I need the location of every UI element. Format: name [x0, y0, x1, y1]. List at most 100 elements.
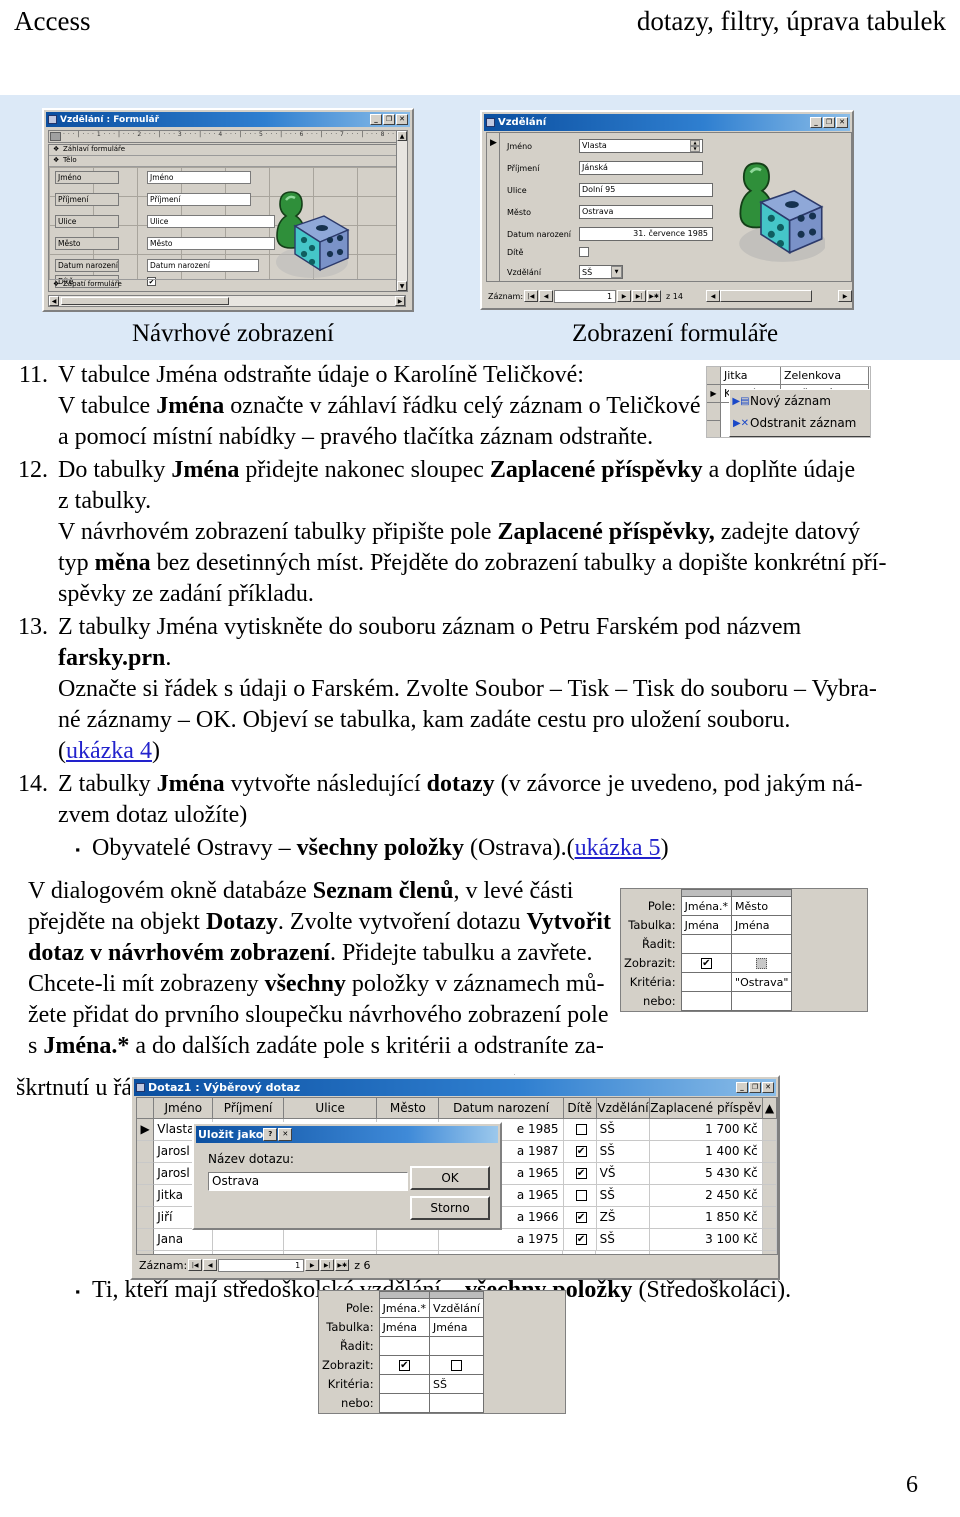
- column-header-datum[interactable]: Datum narození: [439, 1098, 564, 1119]
- qbe-cell-nebo-1[interactable]: [378, 1393, 431, 1413]
- cell-dite[interactable]: ✔: [563, 1163, 597, 1185]
- cell-dite[interactable]: [563, 1119, 597, 1141]
- record-selector-bar[interactable]: ▶: [487, 133, 500, 281]
- cell-dite[interactable]: [563, 1185, 597, 1207]
- previous-record-button[interactable]: ◀: [203, 1259, 218, 1271]
- cell-jmeno[interactable]: [154, 1251, 214, 1254]
- cell-vzdelani[interactable]: ZŠ: [596, 1207, 651, 1229]
- qbe-column-selector-2[interactable]: [731, 889, 793, 897]
- row-selector[interactable]: [137, 1163, 155, 1185]
- checkbox-focused[interactable]: [756, 958, 768, 969]
- qbe-cell-tabulka-1[interactable]: Jména: [680, 915, 733, 935]
- qbe-cell-nebo-2[interactable]: [429, 1393, 484, 1413]
- table-row-new[interactable]: ✱ 0 Kč ▼: [137, 1251, 777, 1254]
- qbe-cell-radit-1[interactable]: [378, 1336, 431, 1356]
- qbe-column-header-row[interactable]: [621, 889, 793, 897]
- maximize-button[interactable]: ❐: [823, 117, 835, 128]
- record-number-input[interactable]: 1: [218, 1258, 305, 1272]
- cell-ulice[interactable]: [284, 1251, 378, 1254]
- design-label-mesto[interactable]: Město: [55, 237, 119, 250]
- scroll-track[interactable]: [762, 1229, 777, 1251]
- checkbox-checked[interactable]: ✔: [398, 1360, 410, 1371]
- select-all-corner[interactable]: [137, 1098, 155, 1119]
- checkbox-checked[interactable]: ✔: [575, 1146, 587, 1157]
- qbe-cell-radit-1[interactable]: [680, 934, 733, 954]
- form-input-jmeno[interactable]: Vlasta ▲ ▼: [579, 139, 703, 153]
- qbe-grid-ostrava[interactable]: Pole: Jména.* Město Tabulka: Jména Jména…: [620, 888, 868, 1012]
- design-canvas[interactable]: Záhlaví formuláře Tělo Jméno Jméno Příjm…: [48, 144, 406, 292]
- qbe-cell-pole-2[interactable]: Vzdělání: [429, 1298, 484, 1318]
- design-label-jmeno[interactable]: Jméno: [55, 171, 119, 184]
- qbe-cell-nebo-1[interactable]: [680, 991, 733, 1011]
- scroll-down-button[interactable]: ▼: [762, 1251, 777, 1254]
- cell-dite[interactable]: [563, 1251, 597, 1254]
- cell-mesto[interactable]: [376, 1229, 440, 1251]
- cell-prijmeni[interactable]: [213, 1229, 284, 1251]
- form-view-body[interactable]: ▶ Jméno Vlasta ▲ ▼ Příjmení Jánská Ulice …: [486, 132, 852, 282]
- maximize-button[interactable]: ❐: [749, 1082, 761, 1093]
- form-row-mesto[interactable]: Město Ostrava: [507, 205, 713, 219]
- design-horizontal-scrollbar[interactable]: ◀ ▶: [48, 295, 406, 307]
- checkbox-checked[interactable]: ✔: [700, 958, 712, 969]
- form-horizontal-scrollbar[interactable]: ◀ ▶: [706, 290, 852, 302]
- cell-datum[interactable]: [439, 1251, 564, 1254]
- minimize-button[interactable]: _: [736, 1082, 748, 1093]
- cell-dite[interactable]: ✔: [563, 1141, 597, 1163]
- form-input-datum-narozeni[interactable]: 31. července 1985: [579, 227, 713, 241]
- minimize-button[interactable]: _: [810, 117, 822, 128]
- column-header-zaplacene[interactable]: Zaplacené příspěvky: [650, 1098, 764, 1119]
- form-row-ulice[interactable]: Ulice Dolní 95: [507, 183, 713, 197]
- scroll-track[interactable]: [762, 1185, 777, 1207]
- qbe-cell-pole-1[interactable]: Jména.*: [378, 1298, 431, 1318]
- design-row-jmeno[interactable]: Jméno Jméno: [55, 171, 251, 184]
- design-row-vzdelani[interactable]: Vzdělání Vzdělár ▼: [55, 291, 201, 292]
- section-detail[interactable]: Tělo: [49, 156, 405, 167]
- datasheet-header-row[interactable]: Jméno Příjmení Ulice Město Datum narozen…: [137, 1098, 777, 1119]
- row-selector[interactable]: [137, 1207, 155, 1229]
- scroll-right-button[interactable]: ▶: [838, 290, 852, 302]
- scroll-track[interactable]: [762, 1207, 777, 1229]
- help-button[interactable]: ?: [263, 1128, 278, 1141]
- column-header-prijmeni[interactable]: Příjmení: [213, 1098, 284, 1119]
- qbe-cell-tabulka-2[interactable]: Jména: [429, 1317, 484, 1337]
- query-name-input[interactable]: Ostrava: [208, 1172, 408, 1191]
- scroll-track[interactable]: [762, 1163, 777, 1185]
- link-ukazka-4[interactable]: ukázka 4: [66, 738, 152, 764]
- table-row[interactable]: Jana a 1975 ✔ SŠ 3 100 Kč: [137, 1229, 777, 1251]
- form-row-prijmeni[interactable]: Příjmení Jánská: [507, 161, 703, 175]
- cell-jmeno[interactable]: Jana: [154, 1229, 214, 1251]
- access-form-view-window[interactable]: Vzdělání _ ❐ ✕ ▶ Jméno Vlasta ▲ ▼ Příjmen…: [480, 110, 854, 310]
- ok-button[interactable]: OK: [410, 1166, 490, 1190]
- cell-zaplacene[interactable]: 0 Kč: [650, 1251, 763, 1254]
- qbe-cell-zobrazit-1[interactable]: ✔: [378, 1355, 431, 1375]
- qbe-table[interactable]: Pole: Jména.* Vzdělání Tabulka: Jména Jm…: [319, 1291, 484, 1413]
- previous-record-button[interactable]: ◀: [539, 290, 554, 302]
- new-record-button[interactable]: ▶✱: [335, 1259, 350, 1271]
- design-label-prijmeni[interactable]: Příjmení: [55, 193, 119, 206]
- chevron-down-icon[interactable]: ▼: [611, 266, 622, 278]
- form-window-buttons[interactable]: _ ❐ ✕: [810, 117, 848, 128]
- checkbox-unchecked[interactable]: [575, 1124, 587, 1135]
- section-form-header[interactable]: Záhlaví formuláře: [49, 145, 405, 156]
- qbe-cell-zobrazit-1[interactable]: ✔: [680, 953, 733, 973]
- cell-datum[interactable]: a 1975: [439, 1229, 564, 1251]
- design-control-prijmeni[interactable]: Příjmení: [147, 193, 251, 206]
- query-datasheet-window[interactable]: Dotaz1 : Výběrový dotaz _ ❐ ✕ Jméno Příj…: [130, 1075, 780, 1280]
- link-ukazka-5[interactable]: ukázka 5: [575, 835, 661, 861]
- datasheet-record-navigator[interactable]: Záznam: |◀ ◀ 1 ▶ ▶| ▶✱ z 6: [136, 1256, 778, 1274]
- close-button[interactable]: ✕: [836, 117, 848, 128]
- scroll-up-button[interactable]: ▲: [763, 1098, 777, 1119]
- last-record-button[interactable]: ▶|: [320, 1259, 335, 1271]
- column-header-mesto[interactable]: Město: [377, 1098, 440, 1119]
- form-row-dite[interactable]: Dítě: [507, 247, 589, 257]
- last-record-button[interactable]: ▶|: [632, 290, 647, 302]
- column-header-jmeno[interactable]: Jméno: [154, 1098, 214, 1119]
- qbe-table[interactable]: Pole: Jména.* Město Tabulka: Jména Jména…: [621, 889, 793, 1011]
- cell-dite[interactable]: ✔: [563, 1229, 597, 1251]
- checkbox-unchecked[interactable]: [575, 1190, 587, 1201]
- minimize-button[interactable]: _: [370, 114, 382, 125]
- qbe-cell-nebo-2[interactable]: [731, 991, 793, 1011]
- datasheet-window-buttons[interactable]: _ ❐ ✕: [736, 1082, 774, 1093]
- qbe-cell-tabulka-2[interactable]: Jména: [731, 915, 793, 935]
- checkbox-checked[interactable]: ✔: [575, 1234, 587, 1245]
